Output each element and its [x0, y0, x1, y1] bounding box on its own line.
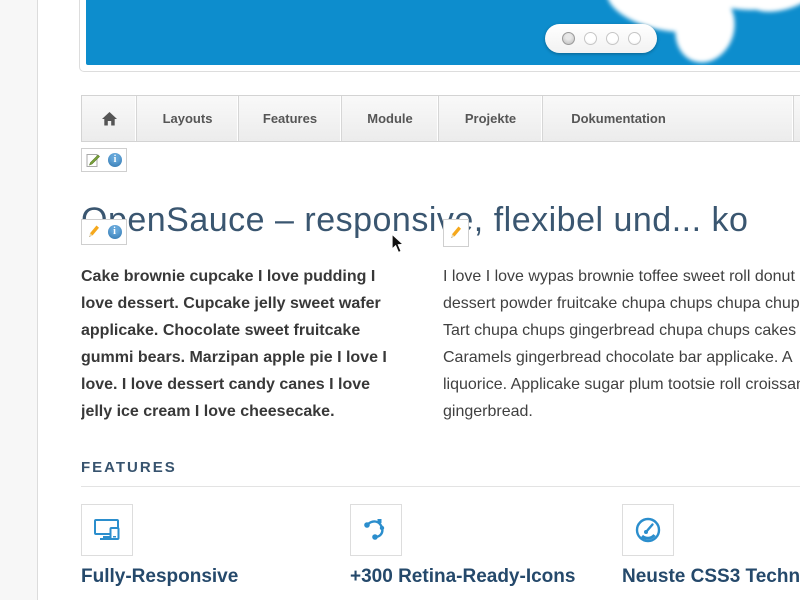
slider-slide: [86, 0, 800, 65]
nav-empty-space: [794, 96, 800, 141]
pencil-icon[interactable]: [449, 225, 463, 241]
slider-image-white-shape: [86, 0, 800, 65]
slider-banner: [79, 0, 800, 72]
nav-label: Projekte: [465, 111, 516, 126]
mouse-cursor: [391, 233, 406, 254]
info-icon[interactable]: i: [108, 225, 122, 239]
carousel-dots: [545, 24, 657, 53]
feature-label: Neuste CSS3 Technologien: [622, 566, 800, 588]
feature-tile-responsive: [81, 504, 133, 556]
browser-left-gutter: [0, 0, 38, 600]
right-column-edit-toolbar: [443, 219, 469, 247]
monitor-icon: [92, 517, 122, 543]
edit-page-icon[interactable]: [86, 153, 101, 168]
bezier-curve-icon: [363, 517, 389, 543]
carousel-dot-4[interactable]: [628, 32, 641, 45]
feature-tile-icons: [350, 504, 402, 556]
nav-label: Layouts: [163, 111, 213, 126]
nav-tab-layouts[interactable]: Layouts: [137, 96, 239, 141]
carousel-dot-3[interactable]: [606, 32, 619, 45]
feature-tile-css3: [622, 504, 674, 556]
features-section-title: FEATURES: [81, 459, 177, 476]
page-title: OpenSauce – responsive, flexibel und... …: [81, 201, 800, 240]
nav-label: Dokumentation: [571, 111, 666, 126]
right-column-text: I love I love wypas brownie toffee sweet…: [443, 263, 800, 425]
carousel-dot-2[interactable]: [584, 32, 597, 45]
carousel-dot-1[interactable]: [562, 32, 575, 45]
nav-label: Module: [367, 111, 413, 126]
nav-tab-dokumentation[interactable]: Dokumentation: [543, 96, 794, 141]
nav-tab-projekte[interactable]: Projekte: [439, 96, 543, 141]
left-column-edit-toolbar: i: [81, 219, 127, 245]
section-divider: [81, 486, 800, 487]
page-edit-toolbar: i: [81, 148, 127, 172]
nav-tab-home[interactable]: [82, 96, 137, 141]
nav-tab-features[interactable]: Features: [239, 96, 342, 141]
info-icon[interactable]: i: [108, 153, 122, 167]
pencil-icon[interactable]: [87, 224, 101, 240]
feature-label: +300 Retina-Ready-Icons: [350, 566, 575, 588]
feature-label: Fully-Responsive: [81, 566, 238, 588]
left-column-text: Cake brownie cupcake I love pudding I lo…: [81, 263, 446, 425]
main-navigation: Layouts Features Module Projekte Dokumen…: [81, 95, 800, 142]
gauge-icon: [634, 516, 662, 544]
nav-label: Features: [263, 111, 317, 126]
home-icon: [102, 112, 117, 126]
nav-tab-module[interactable]: Module: [342, 96, 439, 141]
